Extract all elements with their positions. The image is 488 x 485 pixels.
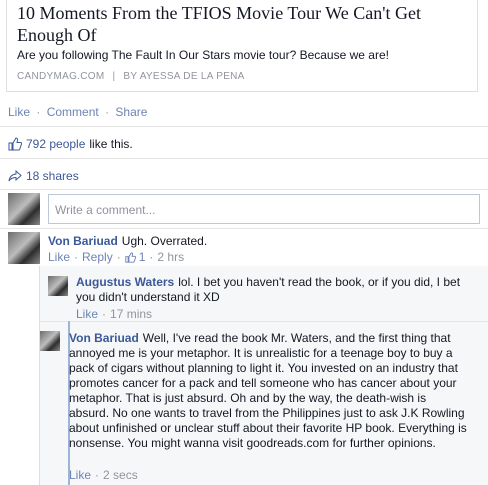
action-separator: ·: [105, 105, 110, 119]
comment-reply-link[interactable]: Reply: [82, 250, 113, 264]
divider: [0, 158, 488, 159]
shares-count-link[interactable]: 18 shares: [26, 169, 79, 183]
reply-actions: Like · 2 secs: [69, 468, 138, 482]
comment-link[interactable]: Comment: [47, 105, 99, 119]
thumbs-up-icon: [8, 137, 23, 151]
story-title[interactable]: 10 Moments From the TFIOS Movie Tour We …: [17, 2, 472, 46]
likes-summary: 792 people like this.: [8, 137, 133, 151]
reply-timestamp[interactable]: 2 secs: [103, 468, 138, 482]
divider: [0, 189, 488, 190]
thumbs-up-icon: [125, 251, 136, 263]
reply-body: Von Bariuad Well, I've read the book Mr. …: [69, 331, 467, 451]
avatar[interactable]: [8, 193, 40, 225]
reply-author[interactable]: Augustus Waters: [76, 275, 174, 289]
source-byline: BY AYESSA DE LA PENA: [123, 71, 245, 82]
reply-body: Augustus Waters lol. I bet you haven't re…: [76, 275, 476, 305]
like-link[interactable]: Like: [8, 105, 30, 119]
share-link[interactable]: Share: [115, 105, 147, 119]
reply-like-link[interactable]: Like: [76, 307, 98, 321]
likes-suffix: like this.: [89, 137, 133, 151]
divider: [0, 228, 488, 229]
comment-timestamp[interactable]: 2 hrs: [157, 250, 184, 264]
avatar[interactable]: [40, 331, 60, 351]
story-source: CANDYMAG.COM | BY AYESSA DE LA PENA: [17, 71, 245, 82]
comment-author[interactable]: Von Bariuad: [48, 234, 118, 248]
post-actions: Like · Comment · Share: [8, 105, 147, 119]
reply-like-link[interactable]: Like: [69, 468, 91, 482]
action-separator: ·: [36, 105, 41, 119]
comment-input[interactable]: Write a comment...: [48, 194, 480, 224]
comment-body: Von Bariuad Ugh. Overrated.: [48, 234, 478, 249]
link-preview-card[interactable]: 10 Moments From the TFIOS Movie Tour We …: [6, 0, 478, 92]
reply-author[interactable]: Von Bariuad: [69, 331, 139, 345]
comment-text: Ugh. Overrated.: [121, 234, 208, 248]
reply-actions: Like · 17 mins: [76, 307, 153, 321]
shares-summary[interactable]: 18 shares: [8, 169, 79, 183]
avatar[interactable]: [48, 276, 68, 296]
reply-text: Well, I've read the book Mr. Waters, and…: [69, 331, 467, 450]
divider: [0, 126, 488, 127]
comment-actions: Like · Reply · 1 · 2 hrs: [48, 250, 185, 264]
source-domain: CANDYMAG.COM: [17, 71, 105, 82]
comment-like-count[interactable]: 1: [139, 250, 146, 264]
share-arrow-icon: [8, 169, 22, 182]
reply-timestamp[interactable]: 17 mins: [110, 307, 152, 321]
source-separator: |: [112, 71, 116, 82]
story-description: Are you following The Fault In Our Stars…: [17, 48, 389, 62]
avatar[interactable]: [8, 232, 40, 264]
comment-like-link[interactable]: Like: [48, 250, 70, 264]
likes-count-link[interactable]: 792 people: [26, 137, 85, 151]
